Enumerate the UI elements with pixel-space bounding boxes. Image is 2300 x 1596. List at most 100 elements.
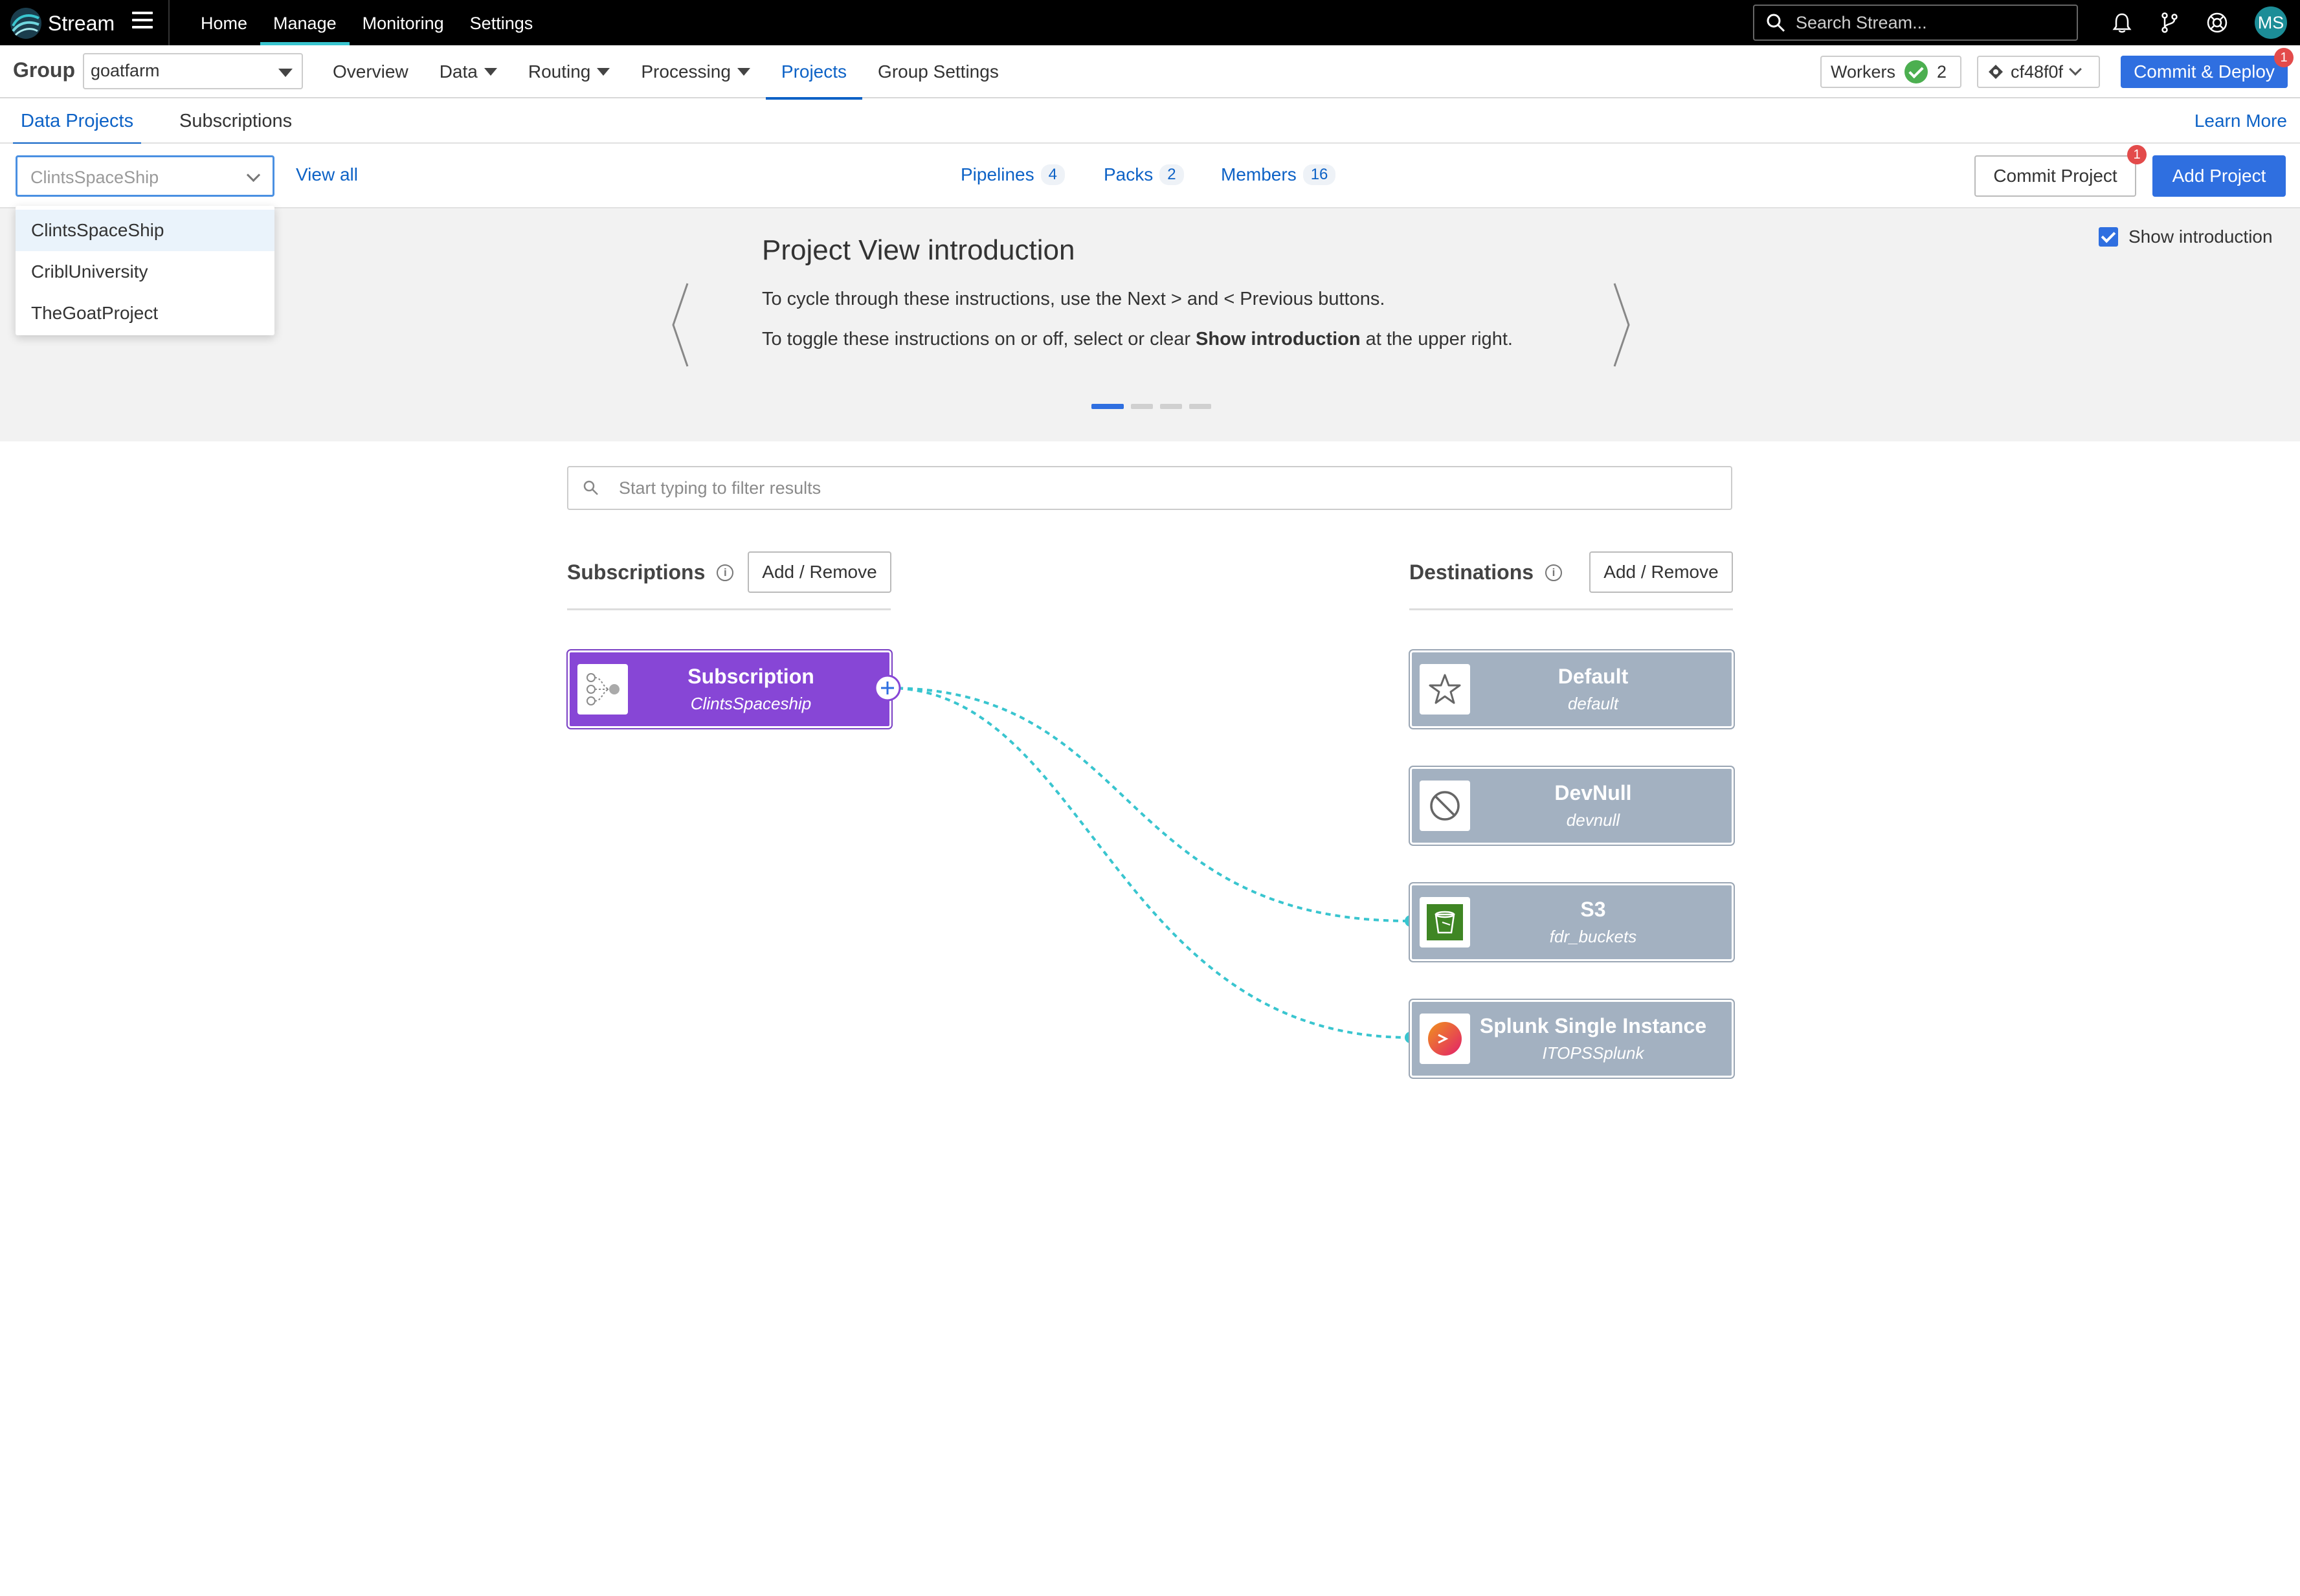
search-icon bbox=[583, 480, 598, 495]
subscription-subtitle: ClintsSpaceship bbox=[690, 694, 812, 713]
divider bbox=[567, 608, 891, 610]
nav-home[interactable]: Home bbox=[188, 0, 260, 45]
s3-bucket-icon bbox=[1420, 897, 1470, 948]
destination-node-default[interactable]: Default default bbox=[1410, 650, 1734, 728]
subscriptions-heading: Subscriptions i bbox=[567, 560, 734, 584]
splunk-icon bbox=[1420, 1014, 1470, 1064]
add-project-button[interactable]: Add Project bbox=[2152, 155, 2286, 197]
caret-down-icon bbox=[278, 69, 293, 77]
group-nav-group-settings[interactable]: Group Settings bbox=[862, 45, 1014, 98]
group-nav-routing[interactable]: Routing bbox=[513, 45, 626, 98]
project-option[interactable]: TheGoatProject bbox=[16, 293, 274, 334]
subscription-title: Subscription bbox=[687, 665, 814, 688]
commit-version-select[interactable]: cf48f0f bbox=[1977, 56, 2100, 88]
destination-node-devnull[interactable]: DevNull devnull bbox=[1410, 767, 1734, 845]
git-branch-icon[interactable] bbox=[2157, 10, 2182, 35]
view-all-link[interactable]: View all bbox=[296, 164, 358, 185]
project-option[interactable]: ClintsSpaceShip bbox=[16, 210, 274, 251]
checkbox-checked-icon bbox=[2099, 227, 2118, 247]
info-icon[interactable]: i bbox=[1545, 564, 1563, 581]
destination-title: S3 bbox=[1580, 898, 1606, 921]
caret-down-icon bbox=[737, 67, 750, 76]
group-nav-processing[interactable]: Processing bbox=[625, 45, 766, 98]
group-nav-label: Projects bbox=[781, 61, 847, 82]
group-nav-overview[interactable]: Overview bbox=[317, 45, 424, 98]
destination-title: DevNull bbox=[1554, 781, 1632, 804]
next-arrow-icon[interactable] bbox=[1609, 280, 1635, 370]
nav-settings[interactable]: Settings bbox=[457, 0, 546, 45]
destinations-add-remove-button[interactable]: Add / Remove bbox=[1589, 551, 1733, 593]
global-search-input[interactable]: Search Stream... bbox=[1753, 5, 2078, 41]
stat-label: Packs bbox=[1104, 164, 1154, 184]
deploy-badge: 1 bbox=[2274, 48, 2294, 67]
project-select-value: ClintsSpaceShip bbox=[30, 168, 159, 187]
app-logo[interactable]: Stream bbox=[9, 6, 115, 40]
slide-dot[interactable] bbox=[1091, 404, 1124, 409]
info-icon[interactable]: i bbox=[717, 564, 734, 581]
help-lifebuoy-icon[interactable] bbox=[2205, 10, 2229, 35]
tab-subscriptions[interactable]: Subscriptions bbox=[172, 98, 300, 144]
subscription-icon bbox=[577, 664, 628, 715]
commit-deploy-button[interactable]: Commit & Deploy bbox=[2121, 56, 2288, 88]
destination-subtitle: ITOPSSplunk bbox=[1542, 1043, 1644, 1063]
nav-monitoring[interactable]: Monitoring bbox=[350, 0, 457, 45]
destinations-heading-text: Destinations bbox=[1409, 560, 1534, 584]
destinations-heading: Destinations i bbox=[1409, 560, 1563, 584]
destination-node-splunk[interactable]: Splunk Single Instance ITOPSSplunk bbox=[1410, 1000, 1734, 1078]
stat-label: Members bbox=[1221, 164, 1297, 184]
pipelines-link[interactable]: Pipelines 4 bbox=[961, 164, 1065, 185]
slide-dot[interactable] bbox=[1160, 404, 1182, 409]
group-nav-label: Group Settings bbox=[878, 61, 999, 82]
stat-count: 4 bbox=[1040, 164, 1065, 185]
project-select[interactable]: ClintsSpaceShip bbox=[16, 155, 274, 197]
project-bar: ClintsSpaceShip View all Pipelines 4 Pac… bbox=[0, 144, 2300, 208]
nav-manage[interactable]: Manage bbox=[260, 0, 350, 45]
caret-down-icon bbox=[597, 67, 610, 76]
subscription-node[interactable]: Subscription ClintsSpaceship bbox=[568, 650, 891, 728]
commit-project-badge: 1 bbox=[2127, 145, 2147, 164]
project-tabs: Data Projects Subscriptions Learn More bbox=[0, 98, 2300, 145]
group-nav-label: Data bbox=[439, 61, 478, 82]
group-select-value: goatfarm bbox=[91, 61, 160, 80]
destination-subtitle: fdr_buckets bbox=[1549, 927, 1637, 946]
slide-dot[interactable] bbox=[1189, 404, 1211, 409]
bell-icon[interactable] bbox=[2110, 10, 2134, 35]
caret-down-icon bbox=[484, 67, 497, 76]
members-link[interactable]: Members 16 bbox=[1221, 164, 1336, 185]
divider bbox=[1409, 608, 1733, 610]
destination-node-s3[interactable]: S3 fdr_buckets bbox=[1410, 883, 1734, 961]
packs-link[interactable]: Packs 2 bbox=[1104, 164, 1184, 185]
top-bar: Stream Home Manage Monitoring Settings S… bbox=[0, 0, 2300, 45]
previous-arrow-icon[interactable] bbox=[667, 280, 693, 370]
search-placeholder: Search Stream... bbox=[1796, 12, 1927, 32]
group-nav-label: Processing bbox=[641, 61, 731, 82]
intro-text-part: To toggle these instructions on or off, … bbox=[762, 329, 1196, 349]
user-avatar[interactable]: MS bbox=[2255, 6, 2287, 39]
stat-count: 2 bbox=[1159, 164, 1184, 185]
cribl-logo-icon bbox=[10, 8, 41, 39]
intro-text-part: at the upper right. bbox=[1360, 329, 1513, 349]
add-connection-icon[interactable] bbox=[873, 674, 902, 702]
menu-icon[interactable] bbox=[132, 12, 153, 32]
filter-input[interactable]: Start typing to filter results bbox=[567, 466, 1732, 510]
commit-project-button[interactable]: Commit Project bbox=[1974, 155, 2136, 197]
subscriptions-add-remove-button[interactable]: Add / Remove bbox=[748, 551, 891, 593]
destination-subtitle: default bbox=[1567, 694, 1619, 713]
destination-subtitle: devnull bbox=[1566, 810, 1620, 830]
learn-more-link[interactable]: Learn More bbox=[2194, 98, 2287, 144]
chevron-down-icon bbox=[246, 168, 261, 183]
slide-dot[interactable] bbox=[1131, 404, 1153, 409]
group-nav-data[interactable]: Data bbox=[424, 45, 513, 98]
blocked-icon bbox=[1420, 781, 1470, 831]
project-option[interactable]: CriblUniversity bbox=[16, 251, 274, 293]
workers-status-button[interactable]: Workers 2 bbox=[1820, 56, 1961, 88]
group-select[interactable]: goatfarm bbox=[83, 53, 303, 89]
group-nav-projects[interactable]: Projects bbox=[765, 45, 863, 100]
stat-count: 16 bbox=[1302, 164, 1336, 185]
intro-text-bold: Show introduction bbox=[1196, 329, 1361, 349]
group-label: Group bbox=[13, 58, 75, 82]
destination-title: Default bbox=[1558, 665, 1629, 688]
tab-data-projects[interactable]: Data Projects bbox=[13, 98, 142, 145]
show-introduction-checkbox[interactable]: Show introduction bbox=[2099, 227, 2273, 247]
workers-count: 2 bbox=[1937, 61, 1947, 82]
